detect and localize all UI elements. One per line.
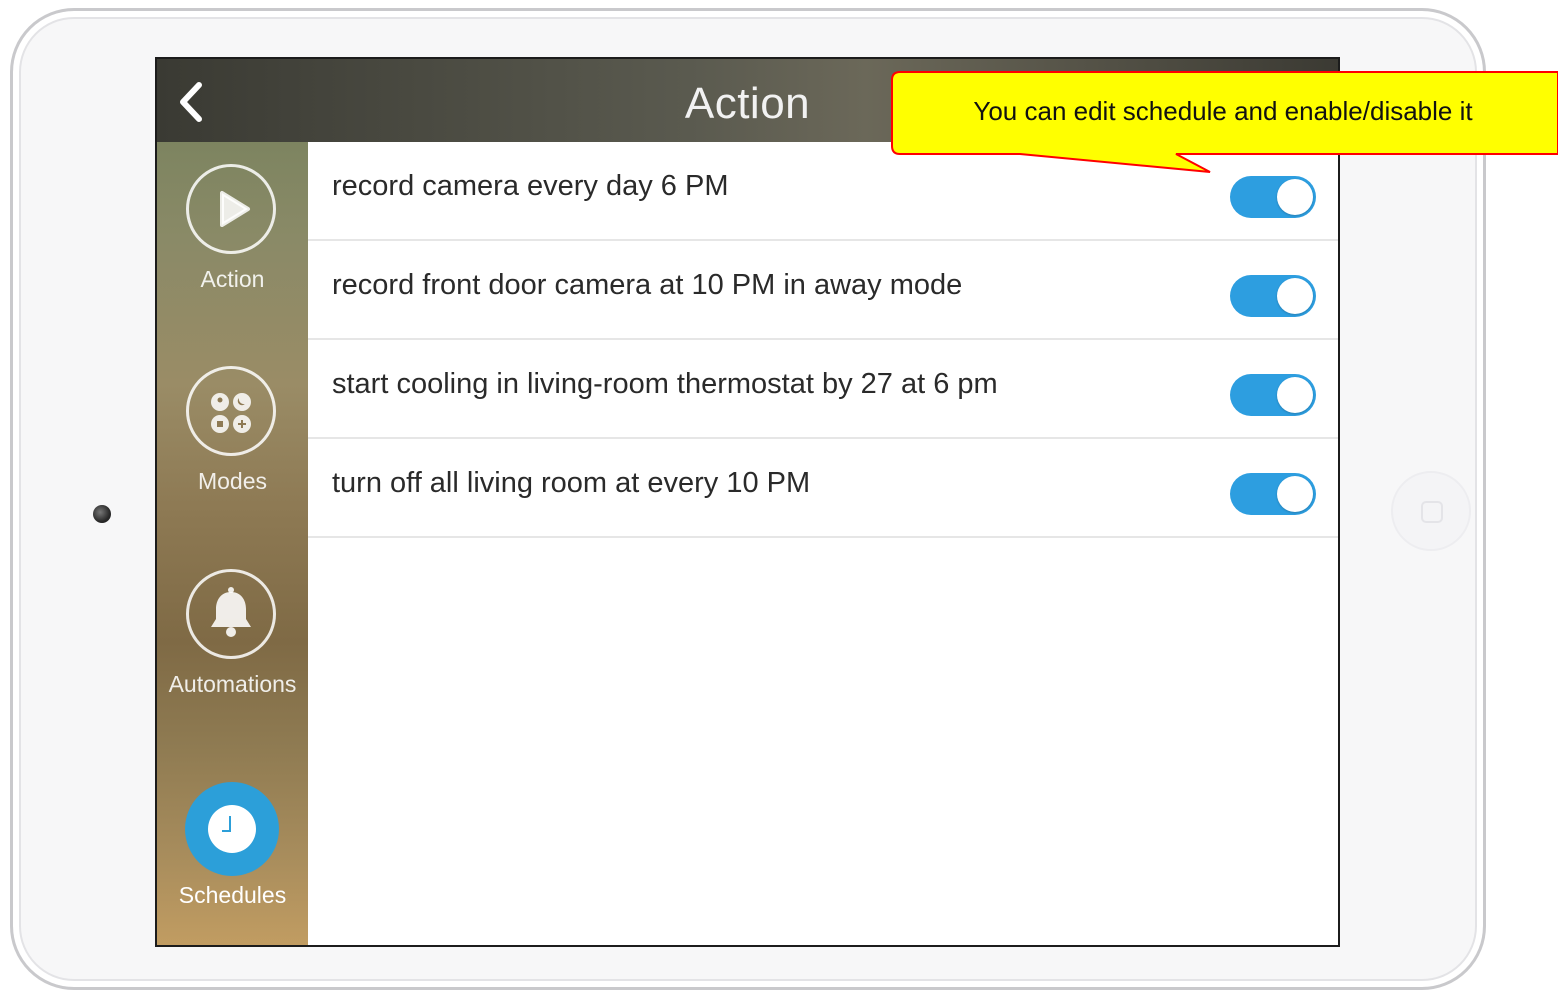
- bell-icon: [186, 569, 276, 659]
- clock-icon: [185, 782, 279, 876]
- schedule-label: record camera every day 6 PM: [332, 170, 729, 202]
- toggle-knob: [1277, 179, 1313, 215]
- home-square-icon: [1421, 501, 1443, 523]
- sidebar-item-schedules[interactable]: Schedules: [157, 780, 308, 930]
- schedule-toggle[interactable]: [1230, 176, 1316, 218]
- top-bar: Action: [157, 59, 1338, 142]
- sidebar-item-label: Automations: [168, 671, 297, 697]
- list-item[interactable]: start cooling in living-room thermostat …: [308, 340, 1338, 439]
- app-screen: Action Action Modes Automations Schedule…: [155, 57, 1340, 947]
- front-camera: [93, 505, 111, 523]
- sidebar: Action Modes Automations Schedules: [157, 142, 308, 945]
- list-item[interactable]: record camera every day 6 PM: [308, 142, 1338, 241]
- schedule-label: turn off all living room at every 10 PM: [332, 467, 811, 499]
- sidebar-item-action[interactable]: Action: [157, 162, 308, 302]
- toggle-knob: [1277, 278, 1313, 314]
- sidebar-item-modes[interactable]: Modes: [157, 364, 308, 504]
- page-title: Action: [684, 79, 811, 128]
- home-button[interactable]: [1391, 471, 1471, 551]
- sidebar-item-automations[interactable]: Automations: [157, 567, 308, 707]
- schedule-label: record front door camera at 10 PM in awa…: [332, 269, 963, 301]
- toggle-knob: [1277, 377, 1313, 413]
- toggle-knob: [1277, 476, 1313, 512]
- sidebar-item-label: Schedules: [178, 882, 287, 908]
- play-icon: [186, 164, 276, 254]
- list-item[interactable]: record front door camera at 10 PM in awa…: [308, 241, 1338, 340]
- schedule-toggle[interactable]: [1230, 374, 1316, 416]
- sidebar-item-label: Modes: [197, 468, 268, 494]
- sidebar-item-label: Action: [200, 266, 265, 292]
- schedule-toggle[interactable]: [1230, 473, 1316, 515]
- schedule-toggle[interactable]: [1230, 275, 1316, 317]
- schedule-label: start cooling in living-room thermostat …: [332, 368, 998, 400]
- list-item[interactable]: turn off all living room at every 10 PM: [308, 439, 1338, 538]
- modes-icon: [186, 366, 276, 456]
